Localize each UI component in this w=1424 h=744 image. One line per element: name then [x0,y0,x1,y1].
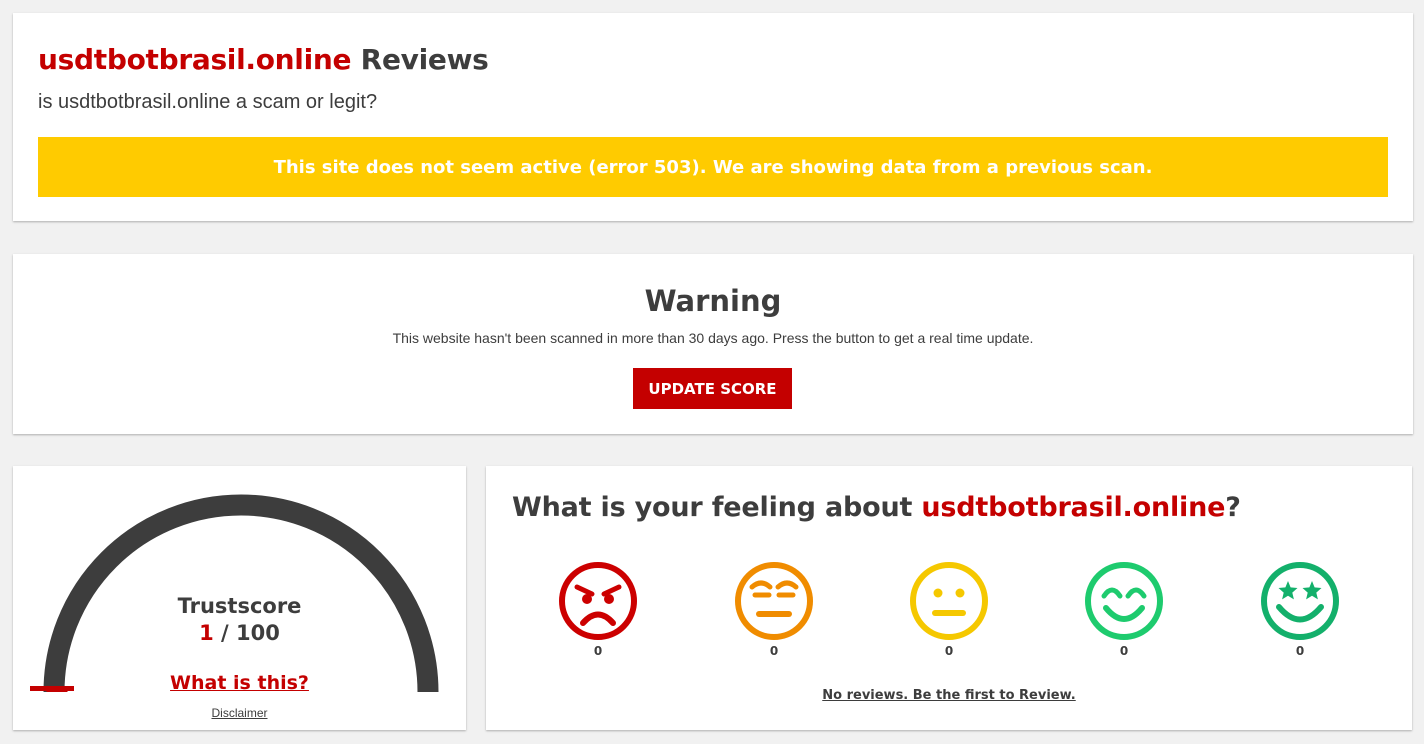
no-reviews-link[interactable]: No reviews. Be the first to Review. [486,688,1412,703]
rating-star-struck[interactable]: 0 [1259,560,1341,658]
trustscore-value: 1 [199,621,214,645]
trustscore-max: 100 [236,621,280,645]
rating-annoyed-count: 0 [769,644,779,658]
neutral-face-icon [910,562,988,640]
trustscore-card: Trustscore 1 / 100 What is this? Disclai… [13,466,466,730]
rating-annoyed[interactable]: 0 [733,560,815,658]
rating-star-struck-count: 0 [1295,644,1305,658]
rating-angry[interactable]: 0 [557,560,639,658]
smiling-face-icon [1085,562,1163,640]
annoyed-face-icon [735,562,813,640]
feeling-title: What is your feeling about usdtbotbrasil… [512,492,1241,523]
rating-angry-count: 0 [593,644,603,658]
feeling-title-suffix: ? [1225,492,1241,523]
angry-face-icon [559,562,637,640]
rating-smiling-count: 0 [1119,644,1129,658]
header-card: usdtbotbrasil.online Reviews is usdtbotb… [13,13,1413,221]
trustscore-score: 1 / 100 [13,621,466,645]
warning-text: This website hasn't been scanned in more… [392,330,1034,346]
page-title: usdtbotbrasil.online Reviews [38,43,489,76]
warning-title: Warning [644,284,782,318]
inactive-site-alert: This site does not seem active (error 50… [38,137,1388,197]
update-score-button[interactable]: UPDATE SCORE [633,368,792,409]
warning-card: Warning This website hasn't been scanned… [13,254,1413,434]
rating-smiling[interactable]: 0 [1083,560,1165,658]
title-suffix: Reviews [351,43,489,76]
what-is-this-link[interactable]: What is this? [13,672,466,694]
trustscore-label: Trustscore [177,594,302,618]
feeling-title-domain: usdtbotbrasil.online [921,492,1226,523]
feeling-card: What is your feeling about usdtbotbrasil… [486,466,1412,730]
disclaimer-link[interactable]: Disclaimer [13,706,466,720]
page-subtitle: is usdtbotbrasil.online a scam or legit? [38,91,378,113]
star-struck-face-icon [1261,562,1339,640]
rating-neutral[interactable]: 0 [908,560,990,658]
feeling-title-prefix: What is your feeling about [512,492,922,523]
trustscore-separator: / [213,621,237,645]
title-domain: usdtbotbrasil.online [38,43,352,76]
rating-neutral-count: 0 [944,644,954,658]
